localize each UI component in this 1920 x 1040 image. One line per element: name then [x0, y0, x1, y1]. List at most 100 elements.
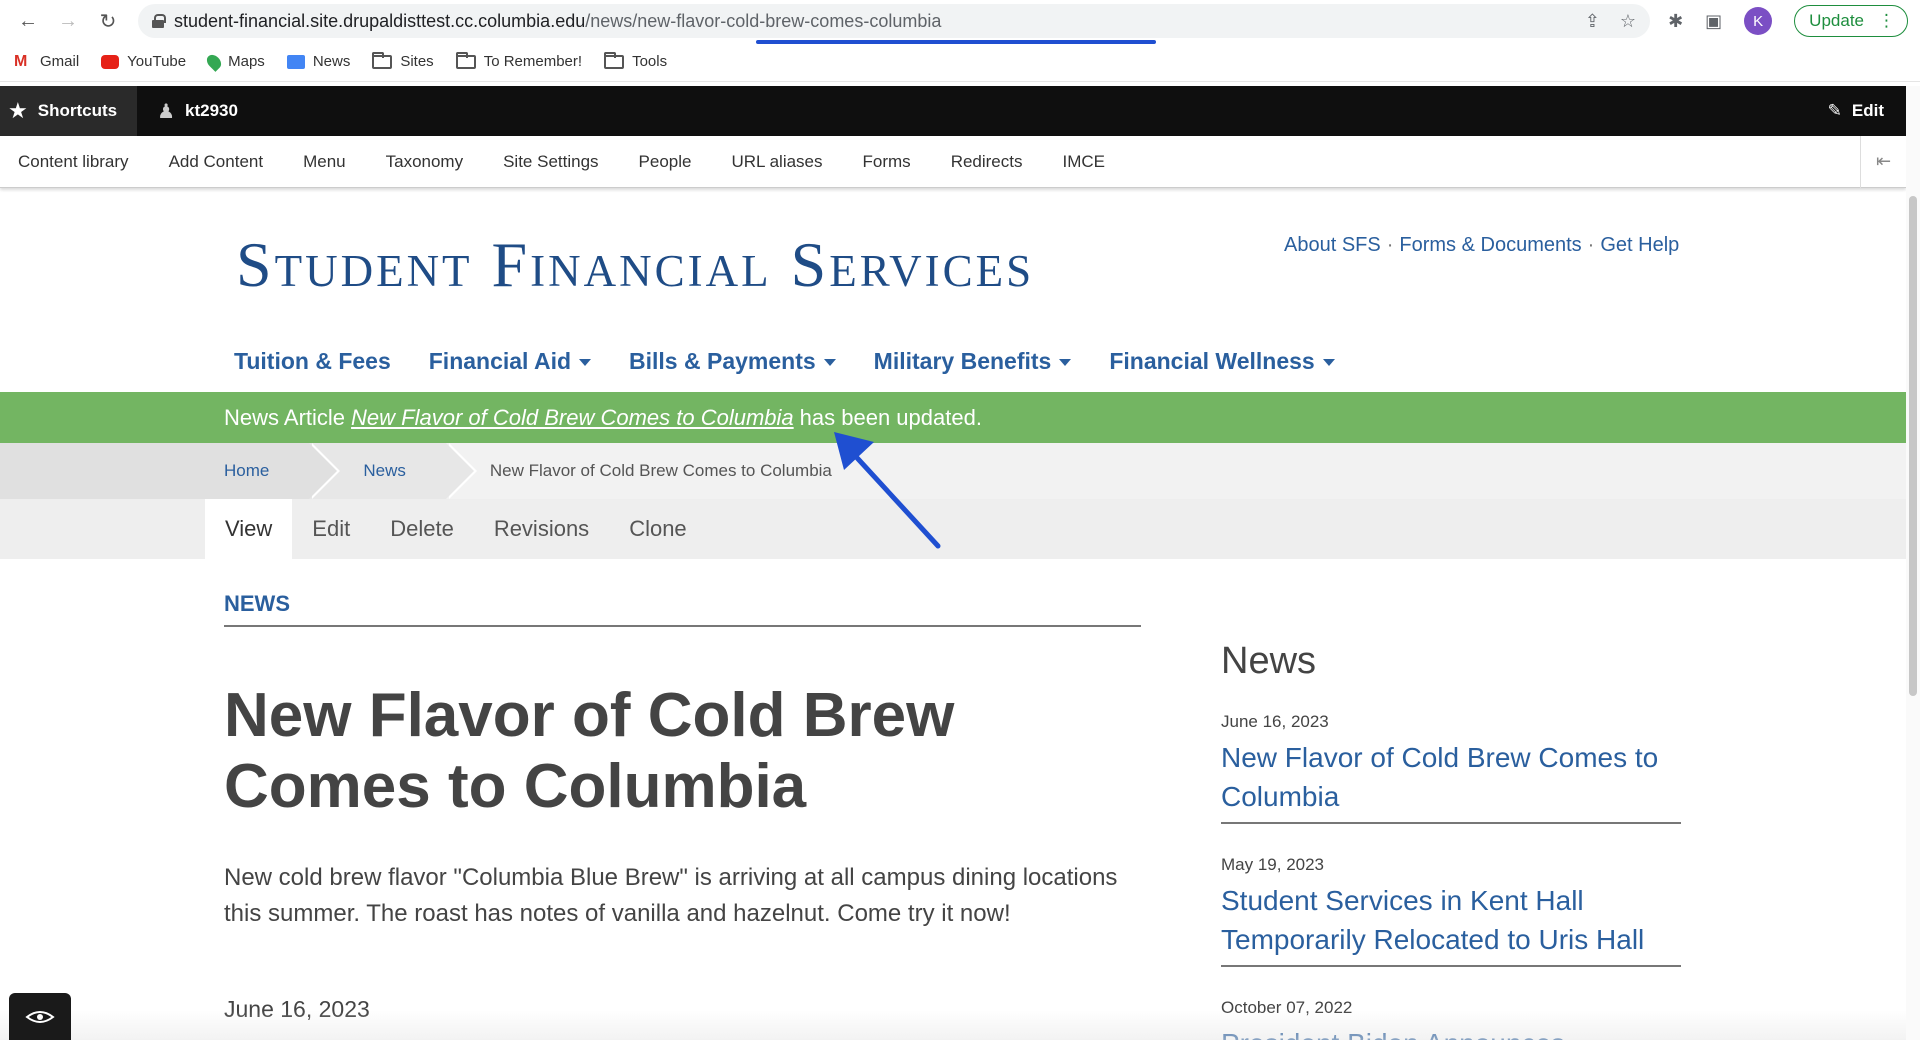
nav-financial-aid[interactable]: Financial Aid	[429, 348, 592, 375]
tab-view[interactable]: View	[205, 499, 293, 559]
bookmark-gmail[interactable]: M Gmail	[14, 53, 79, 70]
forward-icon[interactable]: →	[52, 5, 84, 37]
news-item-date: October 07, 2022	[1221, 998, 1353, 1017]
folder-icon	[604, 51, 625, 69]
sidebar-news-item: June 16, 2023 New Flavor of Cold Brew Co…	[1221, 712, 1681, 824]
sidebar-title: News	[1221, 640, 1317, 682]
url-path: /news/new-flavor-cold-brew-comes-columbi…	[585, 10, 942, 31]
tab-delete[interactable]: Delete	[370, 499, 474, 559]
article-title: New Flavor of Cold Brew Comes to Columbi…	[224, 681, 955, 821]
caret-down-icon	[823, 359, 836, 367]
tray-forms[interactable]: Forms	[845, 152, 933, 172]
user-icon: ♟	[157, 100, 176, 123]
folder-icon	[372, 51, 393, 69]
tray-redirects[interactable]: Redirects	[933, 152, 1045, 172]
article-body: New cold brew flavor "Columbia Blue Brew…	[224, 864, 1118, 927]
section-divider	[224, 625, 1141, 627]
tray-taxonomy[interactable]: Taxonomy	[368, 152, 485, 172]
status-prefix: News Article	[224, 404, 346, 430]
tray-people[interactable]: People	[621, 152, 714, 172]
bookmark-maps[interactable]: Maps	[204, 51, 265, 72]
star-icon: ★	[8, 98, 28, 123]
util-link-help[interactable]: Get Help	[1600, 234, 1679, 256]
bookmark-tools[interactable]: Tools	[604, 51, 667, 70]
status-article-link[interactable]: New Flavor of Cold Brew Comes to Columbi…	[351, 405, 794, 431]
breadcrumb: Home News New Flavor of Cold Brew Comes …	[0, 443, 1908, 499]
site-title[interactable]: Student Financial Services	[236, 228, 1034, 302]
url-annotation-underline	[756, 40, 1156, 44]
tray-url-aliases[interactable]: URL aliases	[713, 152, 844, 172]
sidebar-news-item: May 19, 2023 Student Services in Kent Ha…	[1221, 855, 1681, 967]
bookmark-to-remember[interactable]: To Remember!	[455, 51, 582, 70]
tray-menu[interactable]: Menu	[285, 152, 368, 172]
bookmark-sites[interactable]: Sites	[372, 51, 434, 70]
util-link-about[interactable]: About SFS	[1284, 234, 1381, 256]
user-button[interactable]: ♟ kt2930	[137, 86, 258, 136]
breadcrumb-home[interactable]: Home	[0, 443, 341, 499]
address-bar[interactable]: student-financial.site.drupaldisttest.cc…	[138, 4, 1651, 44]
tab-clone[interactable]: Clone	[609, 499, 706, 559]
update-label: Update	[1809, 11, 1864, 30]
nav-tuition-fees[interactable]: Tuition & Fees	[234, 348, 391, 375]
edit-mode-button[interactable]: ✎ Edit	[1828, 101, 1906, 121]
util-link-forms[interactable]: Forms & Documents	[1399, 234, 1581, 256]
page-scrollbar[interactable]	[1906, 86, 1920, 1040]
side-panel-icon[interactable]: ▣	[1705, 11, 1722, 32]
news-item-link[interactable]: New Flavor of Cold Brew Comes to Columbi…	[1221, 738, 1681, 822]
annotation-arrow-icon	[834, 432, 941, 549]
tray-add-content[interactable]: Add Content	[151, 152, 286, 172]
profile-avatar[interactable]: K	[1744, 7, 1773, 35]
status-suffix: has been updated.	[799, 404, 982, 430]
nav-bills-payments[interactable]: Bills & Payments	[629, 348, 836, 375]
util-separator: ·	[1587, 234, 1595, 256]
shortcuts-label: Shortcuts	[37, 101, 118, 120]
tray-content-library[interactable]: Content library	[0, 152, 151, 172]
reload-icon[interactable]: ↻	[92, 5, 124, 37]
news-item-date: June 16, 2023	[1221, 712, 1329, 731]
share-icon[interactable]: ⇪	[1585, 11, 1600, 32]
update-button[interactable]: Update ⋮	[1794, 5, 1908, 37]
youtube-icon	[101, 54, 120, 69]
article-date: June 16, 2023	[224, 996, 370, 1022]
nav-military-benefits[interactable]: Military Benefits	[874, 348, 1072, 375]
accessibility-icon[interactable]	[9, 993, 71, 1040]
tray-site-settings[interactable]: Site Settings	[485, 152, 620, 172]
section-label: NEWS	[224, 591, 290, 616]
util-separator: ·	[1386, 234, 1394, 256]
extensions-icon[interactable]: ✱	[1668, 11, 1683, 32]
scrollbar-thumb[interactable]	[1909, 196, 1917, 696]
caret-down-icon	[579, 359, 592, 367]
edit-label: Edit	[1851, 101, 1884, 120]
utility-links: About SFS · Forms & Documents · Get Help	[1284, 234, 1679, 257]
breadcrumb-current: New Flavor of Cold Brew Comes to Columbi…	[489, 461, 832, 480]
more-menu-icon: ⋮	[1878, 11, 1895, 30]
tab-edit[interactable]: Edit	[292, 499, 370, 559]
news-icon	[286, 54, 305, 69]
admin-tray: Content library Add Content Menu Taxonom…	[0, 135, 1906, 188]
tray-orientation-toggle-icon[interactable]: ⇤	[1860, 135, 1906, 188]
tray-imce[interactable]: IMCE	[1045, 152, 1128, 172]
maps-icon	[204, 51, 225, 72]
browser-toolbar: ← → ↻ student-financial.site.drupaldistt…	[0, 0, 1920, 44]
caret-down-icon	[1322, 359, 1335, 367]
tab-revisions[interactable]: Revisions	[474, 499, 609, 559]
nav-financial-wellness[interactable]: Financial Wellness	[1109, 348, 1335, 375]
folder-icon	[455, 51, 476, 69]
shortcuts-button[interactable]: ★ Shortcuts	[0, 86, 138, 136]
sidebar-news-item: October 07, 2022 President Biden Announc…	[1221, 998, 1681, 1040]
back-icon[interactable]: ←	[12, 5, 44, 37]
url-host: student-financial.site.drupaldisttest.cc…	[174, 10, 586, 31]
user-label: kt2930	[185, 101, 238, 120]
local-tasks: View Edit Delete Revisions Clone	[0, 499, 1908, 559]
main-navigation: Tuition & Fees Financial Aid Bills & Pay…	[234, 348, 1335, 375]
bookmark-star-icon[interactable]: ☆	[1620, 11, 1636, 32]
gmail-icon: M	[14, 52, 28, 70]
caret-down-icon	[1059, 359, 1072, 367]
bookmark-news[interactable]: News	[286, 53, 350, 70]
news-item-link[interactable]: President Biden Announces	[1221, 1024, 1681, 1040]
admin-toolbar: ★ Shortcuts ♟ kt2930 ✎ Edit	[0, 86, 1906, 136]
news-item-link[interactable]: Student Services in Kent Hall Temporaril…	[1221, 881, 1681, 965]
bookmarks-bar: M Gmail YouTube Maps News Sites To Rememb…	[0, 42, 1920, 82]
bookmark-youtube[interactable]: YouTube	[101, 53, 186, 70]
pencil-icon: ✎	[1827, 101, 1842, 120]
